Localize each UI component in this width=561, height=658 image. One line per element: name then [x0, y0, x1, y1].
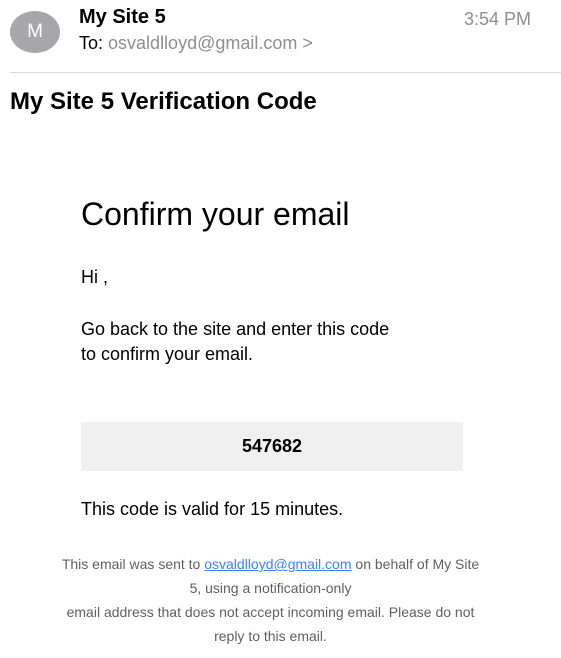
email-subject: My Site 5 Verification Code [10, 88, 317, 115]
sender-name[interactable]: My Site 5 [79, 5, 166, 29]
recipient-row[interactable]: To: osvaldlloyd@gmail.com > [79, 31, 313, 55]
message-time: 3:54 PM [463, 9, 531, 29]
instructions-line-2: to confirm your email. [81, 344, 254, 364]
verification-code[interactable]: 547682 [242, 436, 302, 456]
footer-notice: This email was sent to osvaldlloyd@gmail… [0, 552, 541, 648]
chevron-right-icon[interactable]: > [302, 33, 313, 53]
verification-code-box: 547682 [81, 422, 463, 471]
to-label: To: [79, 33, 104, 53]
footer-line-1: This email was sent to osvaldlloyd@gmail… [0, 552, 541, 576]
instructions: Go back to the site and enter this code … [81, 317, 471, 367]
header-divider [10, 72, 561, 73]
footer-line-3: email address that does not accept incom… [66, 604, 475, 620]
footer-email-link[interactable]: osvaldlloyd@gmail.com [204, 556, 351, 572]
footer-line-2: 5, using a notification-only [189, 580, 352, 596]
email-title: Confirm your email [81, 196, 350, 232]
message-header: M My Site 5 3:54 PM To: osvaldlloyd@gmai… [0, 0, 561, 72]
footer-text-start: This email was sent to [61, 556, 201, 572]
footer-line-4: reply to this email. [214, 628, 327, 644]
instructions-line-1: Go back to the site and enter this code [81, 319, 390, 339]
avatar-letter: M [27, 21, 43, 42]
greeting: Hi , [81, 267, 108, 287]
footer-text-rest: on behalf of My Site [355, 556, 480, 572]
validity-note: This code is valid for 15 minutes. [81, 499, 344, 519]
sender-avatar[interactable]: M [10, 11, 60, 53]
recipient-email[interactable]: osvaldlloyd@gmail.com [108, 33, 297, 53]
